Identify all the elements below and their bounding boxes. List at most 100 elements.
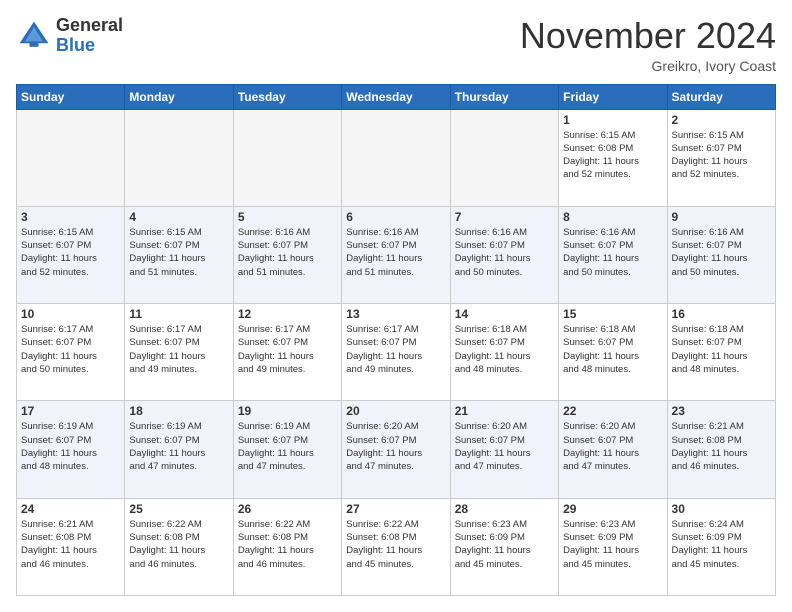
day-number: 17 xyxy=(21,404,120,418)
calendar-cell xyxy=(342,109,450,206)
col-thursday: Thursday xyxy=(450,84,558,109)
day-info: Sunrise: 6:15 AM Sunset: 6:08 PM Dayligh… xyxy=(563,129,662,182)
day-number: 6 xyxy=(346,210,445,224)
calendar-cell: 28 Sunrise: 6:23 AM Sunset: 6:09 PM Dayli… xyxy=(450,498,558,595)
day-number: 11 xyxy=(129,307,228,321)
calendar-cell xyxy=(450,109,558,206)
location: Greikro, Ivory Coast xyxy=(520,58,776,74)
day-number: 7 xyxy=(455,210,554,224)
col-tuesday: Tuesday xyxy=(233,84,341,109)
day-info: Sunrise: 6:18 AM Sunset: 6:07 PM Dayligh… xyxy=(672,323,771,376)
day-number: 5 xyxy=(238,210,337,224)
logo-text: General Blue xyxy=(56,16,123,56)
calendar-cell: 23 Sunrise: 6:21 AM Sunset: 6:08 PM Dayli… xyxy=(667,401,775,498)
calendar-week-row: 10 Sunrise: 6:17 AM Sunset: 6:07 PM Dayli… xyxy=(17,304,776,401)
calendar-cell: 20 Sunrise: 6:20 AM Sunset: 6:07 PM Dayli… xyxy=(342,401,450,498)
calendar-cell: 7Sunrise: 6:16 AM Sunset: 6:07 PM Daylig… xyxy=(450,206,558,303)
day-info: Sunrise: 6:19 AM Sunset: 6:07 PM Dayligh… xyxy=(238,420,337,473)
col-monday: Monday xyxy=(125,84,233,109)
day-info: Sunrise: 6:20 AM Sunset: 6:07 PM Dayligh… xyxy=(455,420,554,473)
page: General Blue November 2024 Greikro, Ivor… xyxy=(0,0,792,612)
col-wednesday: Wednesday xyxy=(342,84,450,109)
col-sunday: Sunday xyxy=(17,84,125,109)
calendar-cell xyxy=(233,109,341,206)
calendar-cell: 14Sunrise: 6:18 AM Sunset: 6:07 PM Dayli… xyxy=(450,304,558,401)
logo: General Blue xyxy=(16,16,123,56)
day-info: Sunrise: 6:15 AM Sunset: 6:07 PM Dayligh… xyxy=(21,226,120,279)
day-number: 12 xyxy=(238,307,337,321)
calendar-cell: 11 Sunrise: 6:17 AM Sunset: 6:07 PM Dayli… xyxy=(125,304,233,401)
calendar-cell: 3 Sunrise: 6:15 AM Sunset: 6:07 PM Daylig… xyxy=(17,206,125,303)
day-number: 2 xyxy=(672,113,771,127)
day-info: Sunrise: 6:22 AM Sunset: 6:08 PM Dayligh… xyxy=(129,518,228,571)
day-number: 16 xyxy=(672,307,771,321)
day-info: Sunrise: 6:22 AM Sunset: 6:08 PM Dayligh… xyxy=(346,518,445,571)
col-saturday: Saturday xyxy=(667,84,775,109)
day-number: 3 xyxy=(21,210,120,224)
day-info: Sunrise: 6:23 AM Sunset: 6:09 PM Dayligh… xyxy=(563,518,662,571)
day-info: Sunrise: 6:22 AM Sunset: 6:08 PM Dayligh… xyxy=(238,518,337,571)
calendar-cell: 8 Sunrise: 6:16 AM Sunset: 6:07 PM Daylig… xyxy=(559,206,667,303)
day-info: Sunrise: 6:19 AM Sunset: 6:07 PM Dayligh… xyxy=(129,420,228,473)
calendar-cell: 12 Sunrise: 6:17 AM Sunset: 6:07 PM Dayli… xyxy=(233,304,341,401)
day-number: 28 xyxy=(455,502,554,516)
day-number: 20 xyxy=(346,404,445,418)
day-info: Sunrise: 6:17 AM Sunset: 6:07 PM Dayligh… xyxy=(129,323,228,376)
header: General Blue November 2024 Greikro, Ivor… xyxy=(16,16,776,74)
calendar-week-row: 1 Sunrise: 6:15 AM Sunset: 6:08 PM Daylig… xyxy=(17,109,776,206)
day-number: 8 xyxy=(563,210,662,224)
calendar-cell: 6 Sunrise: 6:16 AM Sunset: 6:07 PM Daylig… xyxy=(342,206,450,303)
day-number: 4 xyxy=(129,210,228,224)
calendar-cell: 29Sunrise: 6:23 AM Sunset: 6:09 PM Dayli… xyxy=(559,498,667,595)
day-info: Sunrise: 6:16 AM Sunset: 6:07 PM Dayligh… xyxy=(563,226,662,279)
calendar-cell: 10Sunrise: 6:17 AM Sunset: 6:07 PM Dayli… xyxy=(17,304,125,401)
day-info: Sunrise: 6:16 AM Sunset: 6:07 PM Dayligh… xyxy=(238,226,337,279)
day-number: 27 xyxy=(346,502,445,516)
calendar-cell: 25Sunrise: 6:22 AM Sunset: 6:08 PM Dayli… xyxy=(125,498,233,595)
day-info: Sunrise: 6:19 AM Sunset: 6:07 PM Dayligh… xyxy=(21,420,120,473)
logo-icon xyxy=(16,18,52,54)
calendar-cell: 18 Sunrise: 6:19 AM Sunset: 6:07 PM Dayli… xyxy=(125,401,233,498)
day-info: Sunrise: 6:16 AM Sunset: 6:07 PM Dayligh… xyxy=(672,226,771,279)
day-info: Sunrise: 6:17 AM Sunset: 6:07 PM Dayligh… xyxy=(346,323,445,376)
day-number: 14 xyxy=(455,307,554,321)
day-number: 23 xyxy=(672,404,771,418)
title-block: November 2024 Greikro, Ivory Coast xyxy=(520,16,776,74)
day-info: Sunrise: 6:24 AM Sunset: 6:09 PM Dayligh… xyxy=(672,518,771,571)
day-info: Sunrise: 6:21 AM Sunset: 6:08 PM Dayligh… xyxy=(672,420,771,473)
day-number: 15 xyxy=(563,307,662,321)
day-info: Sunrise: 6:23 AM Sunset: 6:09 PM Dayligh… xyxy=(455,518,554,571)
calendar-cell: 2Sunrise: 6:15 AM Sunset: 6:07 PM Daylig… xyxy=(667,109,775,206)
day-info: Sunrise: 6:15 AM Sunset: 6:07 PM Dayligh… xyxy=(129,226,228,279)
calendar-cell: 13 Sunrise: 6:17 AM Sunset: 6:07 PM Dayli… xyxy=(342,304,450,401)
calendar-cell: 21 Sunrise: 6:20 AM Sunset: 6:07 PM Dayli… xyxy=(450,401,558,498)
day-number: 1 xyxy=(563,113,662,127)
day-info: Sunrise: 6:17 AM Sunset: 6:07 PM Dayligh… xyxy=(238,323,337,376)
calendar-cell: 15Sunrise: 6:18 AM Sunset: 6:07 PM Dayli… xyxy=(559,304,667,401)
logo-blue-text: Blue xyxy=(56,36,123,56)
calendar-cell: 1 Sunrise: 6:15 AM Sunset: 6:08 PM Daylig… xyxy=(559,109,667,206)
calendar-cell xyxy=(17,109,125,206)
col-friday: Friday xyxy=(559,84,667,109)
calendar-week-row: 17 Sunrise: 6:19 AM Sunset: 6:07 PM Dayli… xyxy=(17,401,776,498)
calendar-cell: 17 Sunrise: 6:19 AM Sunset: 6:07 PM Dayli… xyxy=(17,401,125,498)
logo-general-text: General xyxy=(56,16,123,36)
calendar-table: Sunday Monday Tuesday Wednesday Thursday… xyxy=(16,84,776,596)
day-number: 22 xyxy=(563,404,662,418)
day-number: 10 xyxy=(21,307,120,321)
day-info: Sunrise: 6:20 AM Sunset: 6:07 PM Dayligh… xyxy=(346,420,445,473)
calendar-cell: 27 Sunrise: 6:22 AM Sunset: 6:08 PM Dayli… xyxy=(342,498,450,595)
day-number: 24 xyxy=(21,502,120,516)
month-title: November 2024 xyxy=(520,16,776,56)
day-number: 18 xyxy=(129,404,228,418)
day-number: 13 xyxy=(346,307,445,321)
day-number: 19 xyxy=(238,404,337,418)
calendar-cell: 19 Sunrise: 6:19 AM Sunset: 6:07 PM Dayli… xyxy=(233,401,341,498)
day-info: Sunrise: 6:20 AM Sunset: 6:07 PM Dayligh… xyxy=(563,420,662,473)
day-info: Sunrise: 6:16 AM Sunset: 6:07 PM Dayligh… xyxy=(346,226,445,279)
calendar-week-row: 24Sunrise: 6:21 AM Sunset: 6:08 PM Dayli… xyxy=(17,498,776,595)
calendar-cell: 16 Sunrise: 6:18 AM Sunset: 6:07 PM Dayli… xyxy=(667,304,775,401)
day-number: 30 xyxy=(672,502,771,516)
day-number: 21 xyxy=(455,404,554,418)
calendar-week-row: 3 Sunrise: 6:15 AM Sunset: 6:07 PM Daylig… xyxy=(17,206,776,303)
